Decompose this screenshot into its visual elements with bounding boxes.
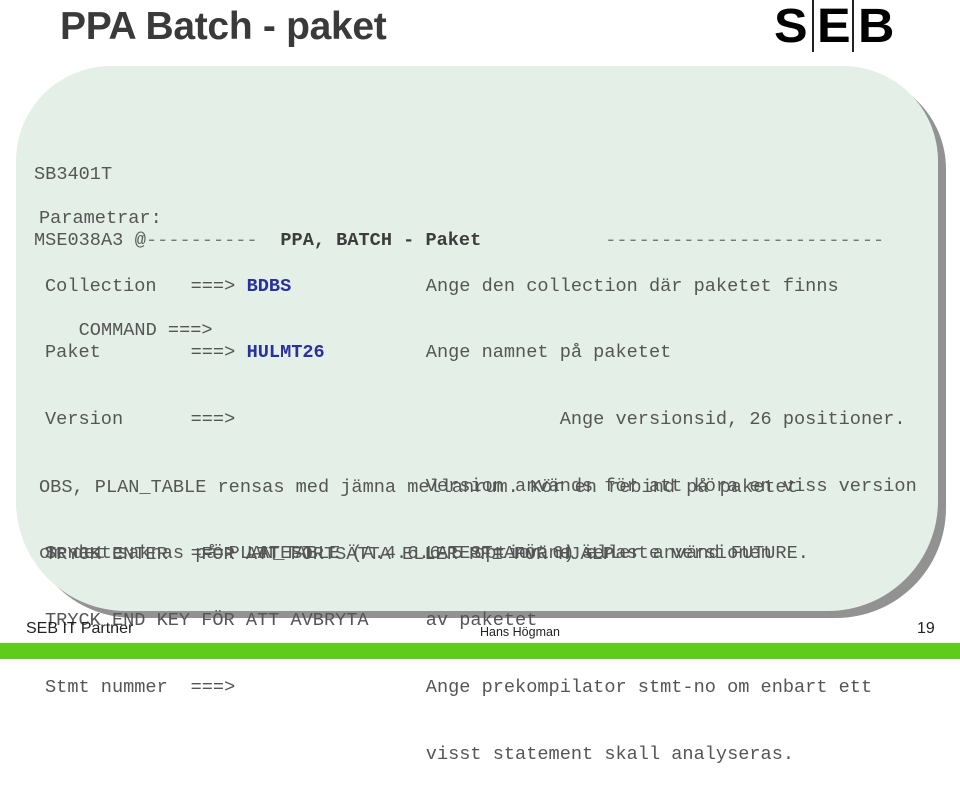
param-arrow: ===> xyxy=(190,342,236,364)
param-arrow: ===> xyxy=(190,275,236,297)
footer-company: SEB IT Partner xyxy=(26,620,134,637)
param-value-input[interactable]: HULMT26 xyxy=(247,342,325,364)
param-description: Ange namnet på paketet xyxy=(425,342,672,364)
logo-letter-s: S xyxy=(774,0,808,53)
param-row-collection: Collection ===> BDBS Ange den collection… xyxy=(45,276,925,298)
logo-divider xyxy=(852,0,854,52)
logo-letter-e: E xyxy=(817,0,851,53)
param-description: Ange versionsid, 26 positioner. xyxy=(425,409,906,431)
param-description: visst statement skall analyseras. xyxy=(425,743,795,765)
param-description: Ange prekompilator stmt-no om enbart ett xyxy=(425,676,873,698)
slide-title: PPA Batch - paket xyxy=(60,5,387,48)
seb-logo: S E B xyxy=(772,0,896,54)
page-number: 19 xyxy=(917,620,935,637)
param-label: Paket xyxy=(45,342,101,364)
params-heading: Parametrar: xyxy=(39,208,162,229)
instruction-line: TRYCK ENTER FÖR ATT FORTSÄTTA ELLER PF1 … xyxy=(45,543,615,565)
param-row-stmt: Stmt nummer ===> Ange prekompilator stmt… xyxy=(45,677,925,699)
screen-id: SB3401T xyxy=(34,163,113,185)
param-arrow: ===> xyxy=(190,409,236,431)
param-label: Version xyxy=(45,409,124,431)
footer-green-bar xyxy=(0,643,960,659)
footer-author: Hans Högman xyxy=(480,625,560,639)
param-value-input[interactable] xyxy=(247,409,347,431)
param-value-input[interactable]: BDBS xyxy=(247,276,292,298)
param-row-stmt-cont: visst statement skall analyseras. xyxy=(45,744,925,766)
param-row-version: Version ===> Ange versionsid, 26 positio… xyxy=(45,409,925,431)
param-arrow: ===> xyxy=(190,676,236,698)
param-row-paket: Paket ===> HULMT26 Ange namnet på pakete… xyxy=(45,342,925,364)
logo-divider xyxy=(812,0,814,52)
logo-letter-b: B xyxy=(858,0,895,53)
param-value-input[interactable] xyxy=(247,677,347,699)
param-label: Collection xyxy=(45,275,157,297)
note-line: OBS, PLAN_TABLE rensas med jämna mellanr… xyxy=(39,476,798,498)
param-label: Stmt nummer xyxy=(45,676,168,698)
param-description: Ange den collection där paketet finns xyxy=(425,275,839,297)
